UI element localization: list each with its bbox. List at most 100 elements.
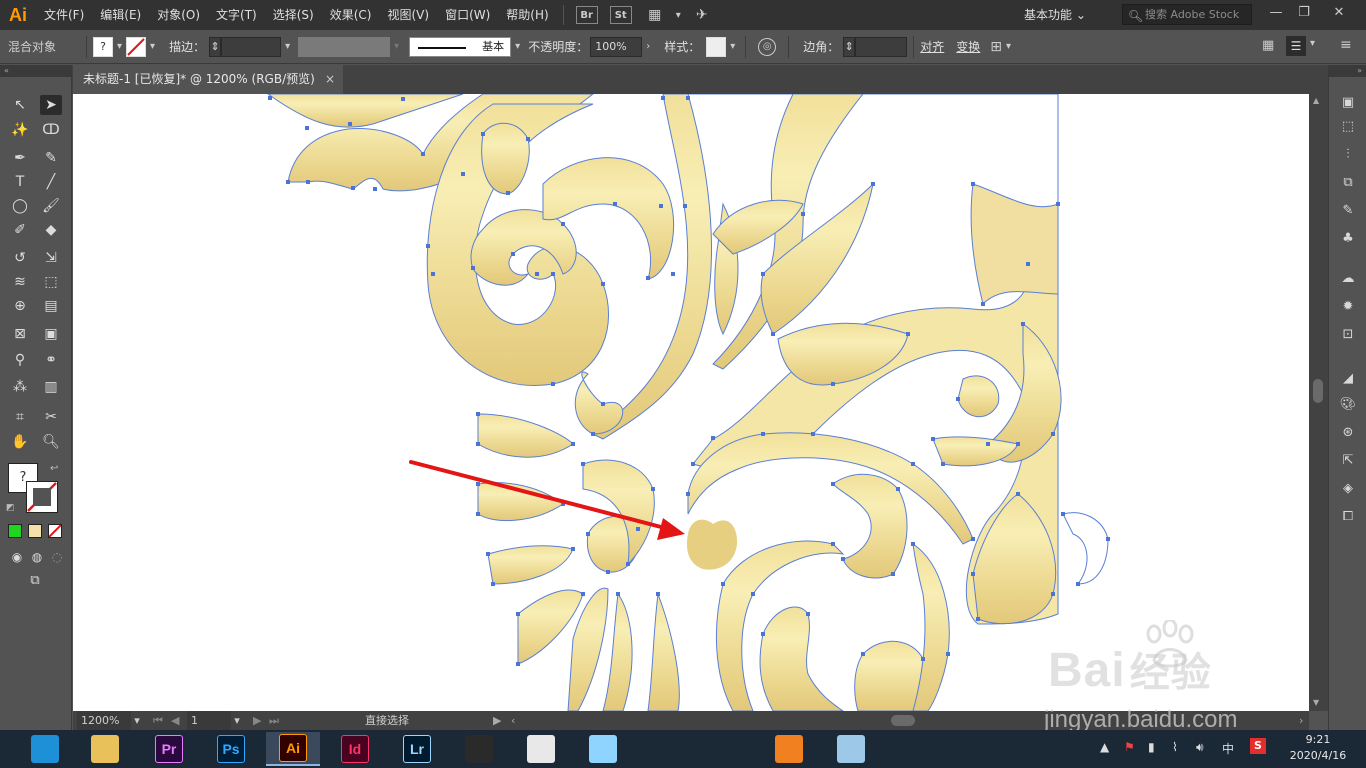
pen-tool-icon[interactable]: ✒: [9, 148, 31, 168]
swap-fill-stroke-icon[interactable]: ↩: [50, 463, 58, 474]
menu-item[interactable]: 选择(S): [265, 0, 322, 30]
chevron-down-icon[interactable]: ▾: [730, 41, 735, 52]
menu-item[interactable]: 窗口(W): [437, 0, 498, 30]
menu-item[interactable]: 对象(O): [149, 0, 208, 30]
stroke-stepper[interactable]: ⇕: [209, 36, 222, 57]
taskbar-app[interactable]: Pr: [142, 732, 196, 766]
sogou-ime-icon[interactable]: S: [1250, 738, 1266, 754]
artboard-tool-icon[interactable]: ⌗: [9, 407, 31, 427]
screen-mode-icon[interactable]: ⧉: [24, 571, 46, 591]
lasso-tool-icon[interactable]: ↀ: [40, 120, 62, 140]
selection-tool-icon[interactable]: ↖: [9, 95, 31, 115]
artboard-number-input[interactable]: 1: [187, 711, 231, 730]
scroll-right-icon[interactable]: ›: [1299, 711, 1303, 730]
draw-normal-icon[interactable]: ◉: [6, 547, 28, 567]
corner-stepper[interactable]: ⇕: [843, 36, 856, 57]
taskbar-app[interactable]: Ai: [266, 732, 320, 766]
none-mode-icon[interactable]: [48, 524, 62, 538]
horizontal-scrollbar-thumb[interactable]: [891, 715, 915, 726]
properties-icon[interactable]: ▣: [1338, 93, 1358, 113]
minimize-button[interactable]: —: [1262, 3, 1290, 23]
draw-inside-icon[interactable]: ◌: [46, 547, 68, 567]
transform-button[interactable]: 变换: [956, 38, 980, 55]
gradient-mode-icon[interactable]: [28, 524, 42, 538]
hand-tool-icon[interactable]: ✋: [9, 432, 31, 452]
pathfinder-icon[interactable]: ⧉: [1338, 173, 1358, 193]
taskbar-app[interactable]: Ps: [204, 732, 258, 766]
shape-builder-tool-icon[interactable]: ⊕: [9, 296, 31, 316]
chevron-down-icon[interactable]: ▾: [131, 711, 143, 730]
gpu-performance-icon[interactable]: ✈: [691, 6, 713, 24]
variable-width-profile[interactable]: [298, 36, 391, 57]
taskbar-app[interactable]: [700, 732, 754, 766]
battery-icon[interactable]: ▮: [1148, 740, 1155, 754]
color-guide-icon[interactable]: ✹: [1338, 297, 1358, 317]
stroke-weight-input[interactable]: [221, 36, 282, 57]
ime-indicator[interactable]: 中: [1222, 740, 1234, 757]
arrange-icon[interactable]: ▦: [1262, 38, 1274, 53]
blend-tool-icon[interactable]: ⚭: [40, 350, 62, 370]
taskbar-app[interactable]: [514, 732, 568, 766]
brush-definition-dropdown[interactable]: 基本: [409, 36, 512, 57]
taskbar-app[interactable]: [762, 732, 816, 766]
mesh-tool-icon[interactable]: ⊠: [9, 324, 31, 344]
corner-radius-input[interactable]: [855, 36, 908, 57]
status-menu-icon[interactable]: ▶: [493, 711, 501, 730]
eyedropper-tool-icon[interactable]: ⚲: [9, 350, 31, 370]
menu-icon[interactable]: ≡: [1340, 37, 1352, 53]
gradient-panel-icon[interactable]: ◢: [1338, 369, 1358, 389]
warp-tool-icon[interactable]: ≋: [9, 272, 31, 292]
bridge-button[interactable]: Br: [575, 6, 598, 24]
vertical-scrollbar[interactable]: ▲ ▼: [1309, 94, 1328, 711]
scroll-down-icon[interactable]: ▼: [1313, 698, 1319, 707]
first-artboard-icon[interactable]: ⏮: [153, 711, 163, 730]
restore-button[interactable]: ❐: [1290, 3, 1318, 23]
document-tab[interactable]: 未标题-1 [已恢复]* @ 1200% (RGB/预览) ×: [73, 65, 343, 94]
draw-behind-icon[interactable]: ◍: [26, 547, 48, 567]
magic-wand-tool-icon[interactable]: ✨: [9, 120, 31, 140]
slice-tool-icon[interactable]: ✂: [40, 407, 62, 427]
opacity-input[interactable]: 100%: [590, 36, 643, 57]
wifi-icon[interactable]: ⌇: [1172, 740, 1178, 754]
export-asset-icon[interactable]: ⊡: [1338, 325, 1358, 345]
brushes-icon[interactable]: ✎: [1338, 201, 1358, 221]
chevron-down-icon[interactable]: ▾: [1006, 41, 1011, 52]
menu-item[interactable]: 文件(F): [36, 0, 92, 30]
column-graph-tool-icon[interactable]: ▥: [40, 377, 62, 397]
menu-item[interactable]: 效果(C): [322, 0, 380, 30]
ellipse-tool-icon[interactable]: ◯: [9, 196, 31, 216]
chevron-right-icon[interactable]: ›: [646, 41, 650, 52]
scroll-up-icon[interactable]: ▲: [1313, 96, 1319, 105]
panel-expand-icon[interactable]: »: [1329, 65, 1366, 77]
menu-item[interactable]: 视图(V): [379, 0, 437, 30]
scale-tool-icon[interactable]: ⇲: [40, 248, 62, 268]
scroll-left-icon[interactable]: ‹: [511, 711, 515, 730]
system-clock[interactable]: 9:21 2020/4/16: [1282, 732, 1354, 764]
symbols-icon[interactable]: ♣: [1338, 229, 1358, 249]
graphic-style-swatch[interactable]: [706, 36, 727, 57]
tray-expand-icon[interactable]: ▲: [1100, 740, 1109, 754]
chevron-down-icon[interactable]: ▾: [285, 41, 290, 52]
taskbar-app[interactable]: [18, 732, 72, 766]
taskbar-app[interactable]: [78, 732, 132, 766]
fill-swatch[interactable]: ?: [93, 36, 114, 57]
transform-panel-icon[interactable]: ⬚: [1338, 117, 1358, 137]
artboards-icon[interactable]: ⧠: [1338, 507, 1358, 527]
type-tool-icon[interactable]: T: [9, 172, 31, 192]
free-transform-tool-icon[interactable]: ⬚: [40, 272, 62, 292]
taskbar-app[interactable]: [452, 732, 506, 766]
gradient-tool-icon[interactable]: ▣: [40, 324, 62, 344]
scrollbar-thumb[interactable]: [1313, 379, 1323, 403]
cc-libraries-icon[interactable]: ☁: [1338, 269, 1358, 289]
line-tool-icon[interactable]: ╱: [40, 172, 62, 192]
next-artboard-icon[interactable]: ▶: [253, 711, 261, 730]
appearance-icon[interactable]: ⊛: [1338, 423, 1358, 443]
stock-button[interactable]: St: [609, 6, 632, 24]
rotate-tool-icon[interactable]: ↺: [9, 248, 31, 268]
chevron-down-icon[interactable]: ▾: [676, 10, 681, 21]
chevron-down-icon[interactable]: ▾: [1310, 38, 1315, 49]
symbol-sprayer-tool-icon[interactable]: ⁂: [9, 377, 31, 397]
color-mode-icon[interactable]: [8, 524, 22, 538]
links-icon[interactable]: ⇱: [1338, 451, 1358, 471]
stock-search-input[interactable]: 🔍︎ 搜索 Adobe Stock: [1122, 4, 1252, 25]
